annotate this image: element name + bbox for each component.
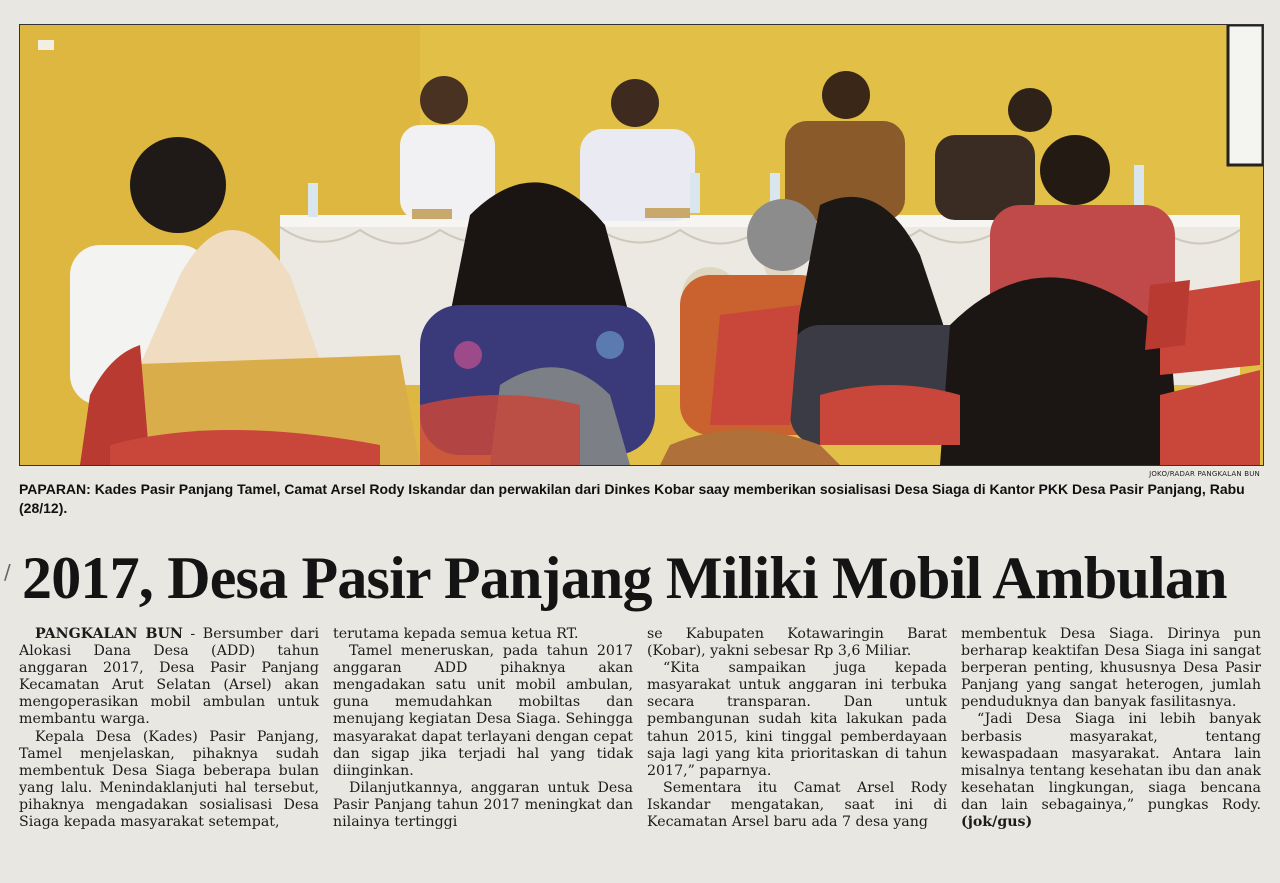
article-column-4: membentuk Desa Siaga. Dirinya pun berhar… (961, 626, 1261, 878)
photo-caption: PAPARAN: Kades Pasir Panjang Tamel, Cama… (19, 481, 1245, 516)
author-signature: (jok/gus) (961, 814, 1033, 831)
paragraph: membentuk Desa Siaga. Dirinya pun berhar… (961, 626, 1261, 711)
paragraph: Kepala Desa (Kades) Pasir Panjang, Tamel… (19, 728, 319, 831)
paragraph-text: “Jadi Desa Siaga ini lebih banyak berbas… (961, 711, 1261, 813)
article-column-1: PANGKALAN BUN - Bersumber dari Alokasi D… (19, 626, 319, 878)
paragraph: Sementara itu Camat Arsel Rody Iskandar … (647, 779, 947, 831)
dateline: PANGKALAN BUN (35, 626, 183, 642)
article-headline: 2017, Desa Pasir Panjang Miliki Mobil Am… (22, 545, 1228, 611)
paragraph: terutama kepada semua ketua RT. (333, 626, 579, 642)
article-column-3: se Kabupaten Kotawaringin Barat (Kobar),… (647, 626, 947, 878)
paragraph: “Jadi Desa Siaga ini lebih banyak berbas… (961, 711, 1261, 831)
headline-marker-icon: / (4, 560, 11, 584)
news-photo (19, 24, 1264, 466)
article-body: PANGKALAN BUN - Bersumber dari Alokasi D… (19, 626, 1263, 878)
paragraph: Tamel meneruskan, pada tahun 2017 anggar… (333, 643, 633, 779)
paragraph: se Kabupaten Kotawaringin Barat (Kobar),… (647, 626, 947, 660)
meeting-photo-illustration (20, 25, 1263, 465)
article-column-2: terutama kepada semua ketua RT. Tamel me… (333, 626, 633, 878)
paragraph: Dilanjutkannya, anggaran untuk Desa Pasi… (333, 779, 633, 831)
photo-credit: JOKO/RADAR PANGKALAN BUN (1149, 470, 1260, 478)
paragraph: “Kita sampaikan juga kepada masyarakat u… (647, 660, 947, 779)
paragraph: PANGKALAN BUN - Bersumber dari Alokasi D… (19, 626, 319, 729)
